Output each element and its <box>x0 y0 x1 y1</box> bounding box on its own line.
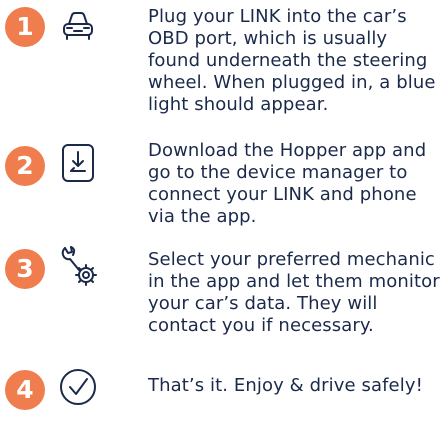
step-4-text: That’s it. Enjoy & drive safely! <box>148 375 423 396</box>
step-1-text: Plug your LINK into the car’s OBD port, … <box>148 6 436 115</box>
checkmark-icon <box>57 366 99 408</box>
step-3-text: Select your preferred mechanic in the ap… <box>148 249 440 336</box>
step-number-badge: 2 <box>5 146 45 186</box>
step-2-text: Download the Hopper app and go to the de… <box>148 140 427 227</box>
step-number-badge: 3 <box>5 249 45 289</box>
step-number-badge: 4 <box>5 370 45 410</box>
wrench-gear-icon <box>57 244 99 286</box>
phone-download-icon <box>57 142 99 184</box>
step-number-badge: 1 <box>5 7 45 47</box>
car-icon <box>57 6 99 48</box>
